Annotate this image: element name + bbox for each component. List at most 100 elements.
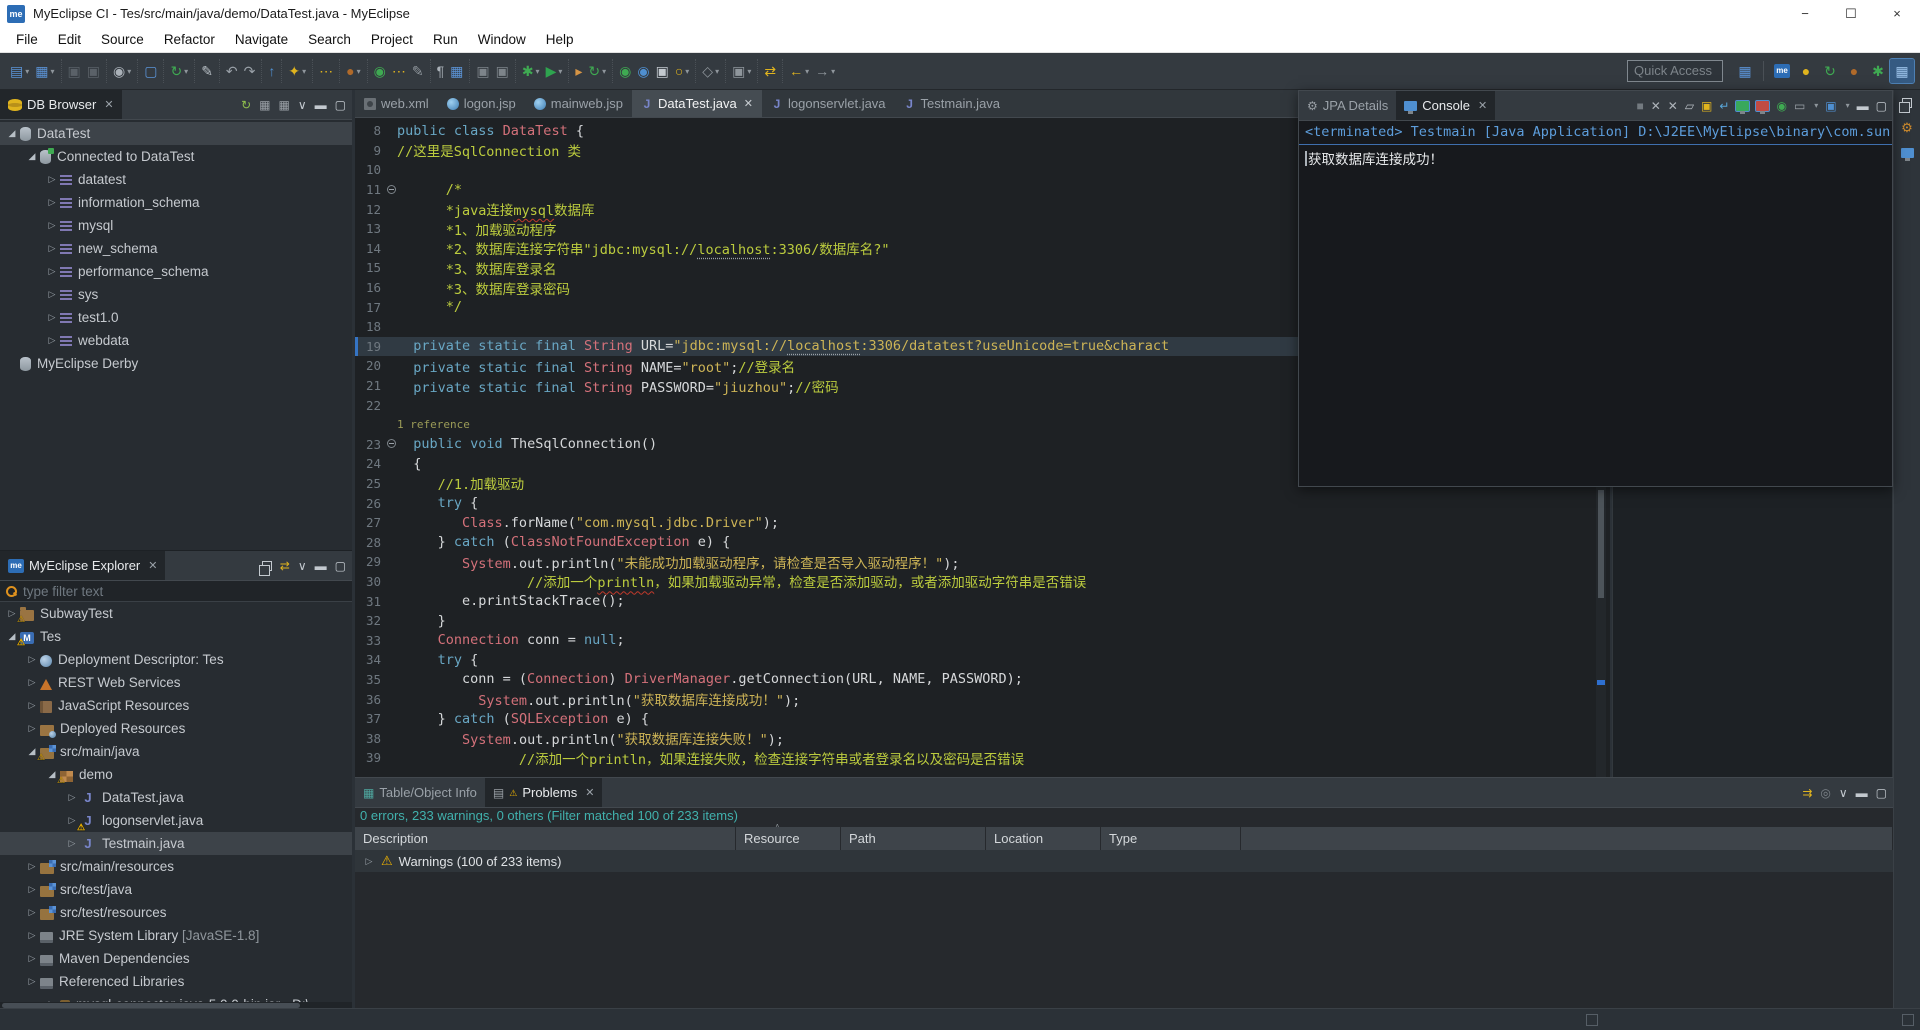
resume-button[interactable]: ↻ ▾ bbox=[585, 61, 609, 81]
explorer-item-javascript-resources[interactable]: ▷ JavaScript Resources bbox=[0, 694, 352, 717]
column-header-type[interactable]: Type bbox=[1101, 827, 1241, 850]
collapsed-icon[interactable]: ▷ bbox=[26, 677, 38, 688]
collapsed-icon[interactable]: ▷ bbox=[46, 197, 58, 208]
collapsed-icon[interactable]: ▷ bbox=[26, 723, 38, 734]
collapse-icon[interactable] bbox=[386, 439, 396, 449]
start-server-button[interactable]: ◉ bbox=[371, 61, 389, 81]
database-explorer-perspective-button[interactable]: ▦ bbox=[1889, 58, 1915, 84]
console-body[interactable]: <terminated> Testmain [Java Application]… bbox=[1299, 121, 1892, 486]
run-button[interactable]: ▶ ▾ bbox=[543, 61, 566, 81]
explorer-item-deployed-resources[interactable]: ▷ Deployed Resources bbox=[0, 717, 352, 740]
dropdown-arrow-icon[interactable]: ▾ bbox=[302, 67, 306, 76]
db-item-sys[interactable]: ▷ sys bbox=[0, 283, 352, 306]
ant-perspective-button[interactable]: ✱ bbox=[1866, 59, 1890, 83]
maximize-icon[interactable]: ▢ bbox=[335, 99, 346, 111]
collapse-icon[interactable] bbox=[386, 184, 396, 194]
dropdown-arrow-icon[interactable]: ▾ bbox=[127, 67, 131, 76]
menu-window[interactable]: Window bbox=[468, 28, 536, 52]
open-console-icon[interactable]: ▣ bbox=[1825, 100, 1836, 112]
menu-navigate[interactable]: Navigate bbox=[225, 28, 298, 52]
collapsed-icon[interactable]: ▷ bbox=[46, 335, 58, 346]
maximize-icon[interactable]: ▢ bbox=[335, 560, 346, 572]
db-item-performance-schema[interactable]: ▷ performance_schema bbox=[0, 260, 352, 283]
code-line-27[interactable]: 27 Class.forName("com.mysql.jdbc.Driver"… bbox=[355, 513, 1610, 533]
maximize-icon[interactable]: ▢ bbox=[1876, 787, 1887, 799]
expanded-icon[interactable]: ◢ bbox=[26, 151, 38, 162]
dropdown-arrow-icon[interactable]: ▾ bbox=[184, 67, 188, 76]
collapsed-icon[interactable]: ▷ bbox=[46, 289, 58, 300]
view-menu-icon[interactable]: ∨ bbox=[298, 560, 307, 572]
collapsed-icon[interactable]: ▷ bbox=[26, 907, 38, 918]
db-item-connected-to-datatest[interactable]: ◢ Connected to DataTest bbox=[0, 145, 352, 168]
explorer-item-tes[interactable]: ◢ M ⚠ Tes bbox=[0, 625, 352, 648]
explorer-item-rest-web-services[interactable]: ▷ REST Web Services bbox=[0, 671, 352, 694]
forward-button[interactable]: → ▾ bbox=[812, 61, 838, 81]
collapsed-icon[interactable]: ▷ bbox=[26, 861, 38, 872]
editor-tab-logon-jsp[interactable]: logon.jsp bbox=[438, 90, 525, 117]
collapsed-icon[interactable]: ▷ bbox=[46, 174, 58, 185]
view-menu-icon[interactable]: ∨ bbox=[1839, 787, 1848, 799]
expanded-icon[interactable]: ◢ bbox=[6, 128, 18, 139]
menu-edit[interactable]: Edit bbox=[48, 28, 91, 52]
db-item-information-schema[interactable]: ▷ information_schema bbox=[0, 191, 352, 214]
donut-button[interactable]: ● ▾ bbox=[343, 61, 363, 81]
code-line-36[interactable]: 36 System.out.println("获取数据库连接成功！"); bbox=[355, 689, 1610, 710]
display-selected-console-icon[interactable]: ▭ bbox=[1794, 100, 1805, 112]
code-line-39[interactable]: 39 //添加一个println，如果连接失败，检查连接字符串或者登录名以及密码… bbox=[355, 748, 1610, 767]
code-line-38[interactable]: 38 System.out.println("获取数据库连接失败！"); bbox=[355, 728, 1610, 749]
clear-console-icon[interactable]: ▱ bbox=[1685, 100, 1694, 112]
last-edit-location-button[interactable]: ⇄ bbox=[761, 61, 779, 81]
db-item-datatest[interactable]: ◢ DataTest bbox=[0, 122, 352, 145]
link-with-editor-icon[interactable]: ⇄ bbox=[280, 560, 290, 572]
overview-annotation[interactable] bbox=[1597, 680, 1605, 685]
db-item-datatest[interactable]: ▷ datatest bbox=[0, 168, 352, 191]
column-header-location[interactable]: Location bbox=[986, 827, 1101, 850]
dropdown-arrow-icon[interactable]: ▾ bbox=[685, 67, 689, 76]
minimize-icon[interactable]: ▬ bbox=[1856, 787, 1868, 799]
run-external-button[interactable]: ▸ bbox=[572, 61, 585, 81]
redo-button[interactable]: ↷ bbox=[241, 61, 259, 81]
restore-views-icon[interactable] bbox=[1899, 98, 1912, 113]
collapse-all-icon[interactable] bbox=[258, 560, 272, 576]
explorer-item-mysql-connector-java-5-0-0-bin-jar-d[interactable]: ▷mysql-connector-java-5.0.0-bin.jar - D:… bbox=[0, 993, 352, 1002]
code-line-32[interactable]: 32 } bbox=[355, 611, 1610, 631]
show-when-stdout-icon[interactable] bbox=[1735, 99, 1751, 114]
jpa-details-minimized-icon[interactable]: ⚙ bbox=[1901, 121, 1913, 134]
fold-marker-cell[interactable] bbox=[385, 181, 397, 199]
tab-table-object-info[interactable]: ▦ Table/Object Info bbox=[355, 778, 485, 807]
dropdown-arrow-icon[interactable]: ▾ bbox=[805, 67, 809, 76]
close-icon[interactable]: ✕ bbox=[744, 97, 753, 110]
quick-access-input[interactable]: Quick Access bbox=[1627, 60, 1723, 82]
code-line-33[interactable]: 33 Connection conn = null; bbox=[355, 630, 1610, 650]
column-header-description[interactable]: Description bbox=[355, 827, 736, 850]
db-item-new-schema[interactable]: ▷ new_schema bbox=[0, 237, 352, 260]
filter-icon[interactable]: ⇉ bbox=[1802, 787, 1812, 799]
dropdown-arrow-icon[interactable]: ▾ bbox=[50, 67, 54, 76]
remove-launch-icon[interactable]: ✕ bbox=[1651, 100, 1661, 112]
more-tools-button[interactable]: ⋯ bbox=[316, 61, 336, 81]
pin-console-icon[interactable]: ◉ bbox=[1776, 100, 1786, 112]
problems-row-warnings[interactable]: ▷ ⚠ Warnings (100 of 233 items) bbox=[355, 850, 1893, 872]
palette-button[interactable]: ✎ bbox=[409, 61, 427, 81]
grid-button[interactable]: ▦ bbox=[447, 61, 466, 81]
server-more-button[interactable]: ⋯ bbox=[389, 61, 409, 81]
view-menu-icon[interactable]: ∨ bbox=[298, 99, 307, 111]
new-connection-icon[interactable]: ↻ bbox=[241, 99, 251, 111]
notification-icon[interactable] bbox=[1586, 1014, 1598, 1026]
record-button[interactable]: ▣ bbox=[493, 61, 512, 81]
minimize-icon[interactable]: ▬ bbox=[315, 560, 327, 572]
snapshot-button[interactable]: ▣ bbox=[473, 61, 492, 81]
collapsed-icon[interactable]: ▷ bbox=[26, 700, 38, 711]
dropdown-arrow-icon[interactable]: ▾ bbox=[25, 67, 29, 76]
dropdown-arrow-icon[interactable]: ▾ bbox=[558, 67, 562, 76]
disconnect-profile-icon[interactable]: ▦ bbox=[279, 99, 290, 111]
menu-project[interactable]: Project bbox=[361, 28, 423, 52]
back-button[interactable]: ← ▾ bbox=[786, 61, 812, 81]
open-browser-button[interactable]: ▢ bbox=[141, 61, 160, 81]
explorer-item-logonservlet-java[interactable]: ▷ J ⚠ logonservlet.java bbox=[0, 809, 352, 832]
minimize-icon[interactable]: ▬ bbox=[1857, 100, 1869, 112]
spring-perspective-button[interactable]: ● bbox=[1794, 59, 1818, 83]
explorer-item-datatest-java[interactable]: ▷ J DataTest.java bbox=[0, 786, 352, 809]
close-icon[interactable]: ✕ bbox=[148, 559, 157, 572]
collapsed-icon[interactable]: ▷ bbox=[363, 856, 375, 867]
